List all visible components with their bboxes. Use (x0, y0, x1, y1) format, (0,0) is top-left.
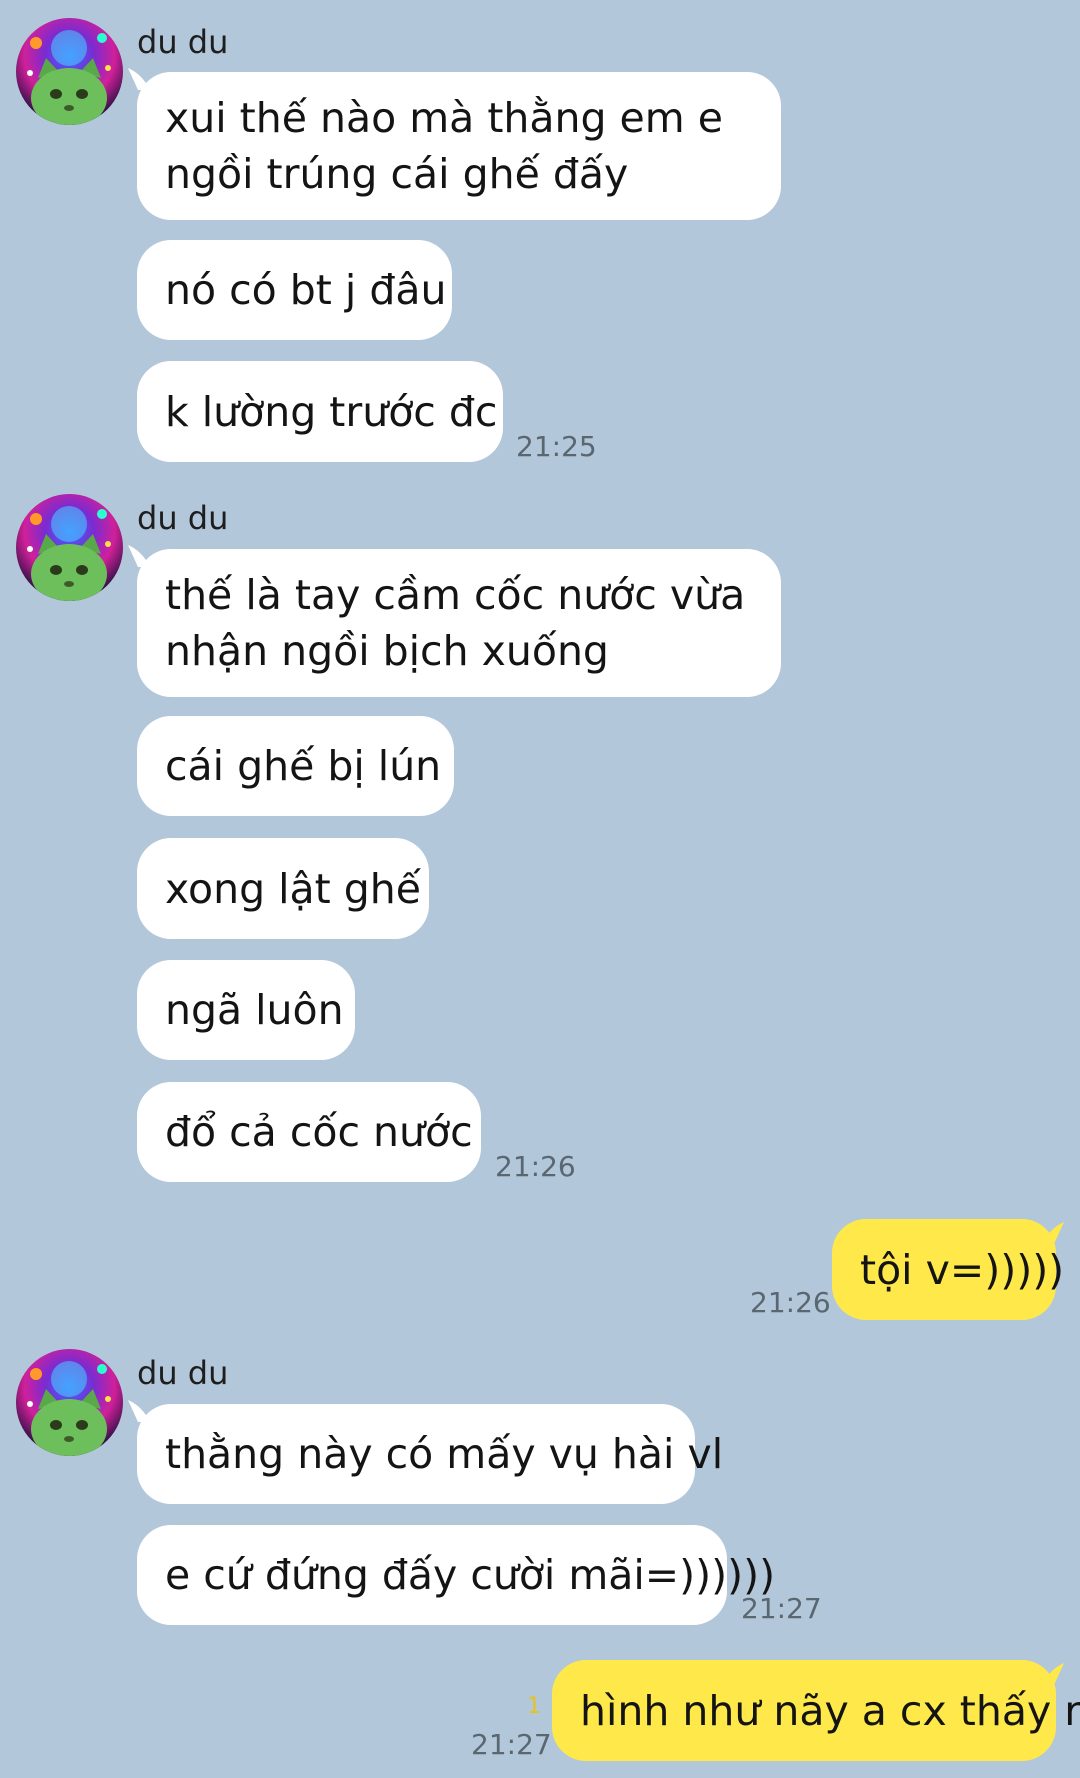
sender-name: du du (137, 499, 229, 537)
contact-avatar-icon[interactable] (16, 18, 123, 125)
bubble-tail-icon (1042, 1222, 1064, 1244)
message-timestamp: 21:26 (495, 1150, 576, 1183)
chat-area[interactable]: du du xui thế nào mà thằng em e ngồi trú… (0, 0, 1080, 1778)
outgoing-message[interactable]: hình như nãy a cx thấy r (552, 1660, 1080, 1761)
incoming-message[interactable]: xong lật ghế (137, 838, 429, 939)
incoming-message[interactable]: e cứ đứng đấy cười mãi=)))))) (137, 1525, 775, 1625)
contact-avatar-icon[interactable] (16, 494, 123, 601)
incoming-message[interactable]: cái ghế bị lún (137, 716, 454, 816)
message-timestamp: 21:27 (741, 1592, 822, 1625)
incoming-message[interactable]: nó có bt j đâu (137, 240, 452, 340)
outgoing-message[interactable]: tội v=))))) (832, 1219, 1064, 1320)
contact-avatar-icon[interactable] (16, 1349, 123, 1456)
sender-name: du du (137, 23, 229, 61)
incoming-message[interactable]: thế là tay cầm cốc nước vừa nhận ngồi bị… (137, 549, 781, 697)
bubble-tail-icon (1042, 1663, 1064, 1685)
message-timestamp: 21:26 (750, 1286, 831, 1319)
sender-name: du du (137, 1354, 229, 1392)
message-timestamp: 21:25 (516, 430, 597, 463)
incoming-message[interactable]: ngã luôn (137, 960, 355, 1060)
incoming-message[interactable]: thằng này có mấy vụ hài vl (137, 1404, 723, 1504)
unread-count: 1 (527, 1694, 541, 1719)
incoming-message[interactable]: đổ cả cốc nước (137, 1082, 481, 1182)
incoming-message[interactable]: xui thế nào mà thằng em e ngồi trúng cái… (137, 72, 781, 220)
incoming-message[interactable]: k lường trước đc (137, 361, 503, 462)
message-timestamp: 21:27 (471, 1728, 552, 1761)
